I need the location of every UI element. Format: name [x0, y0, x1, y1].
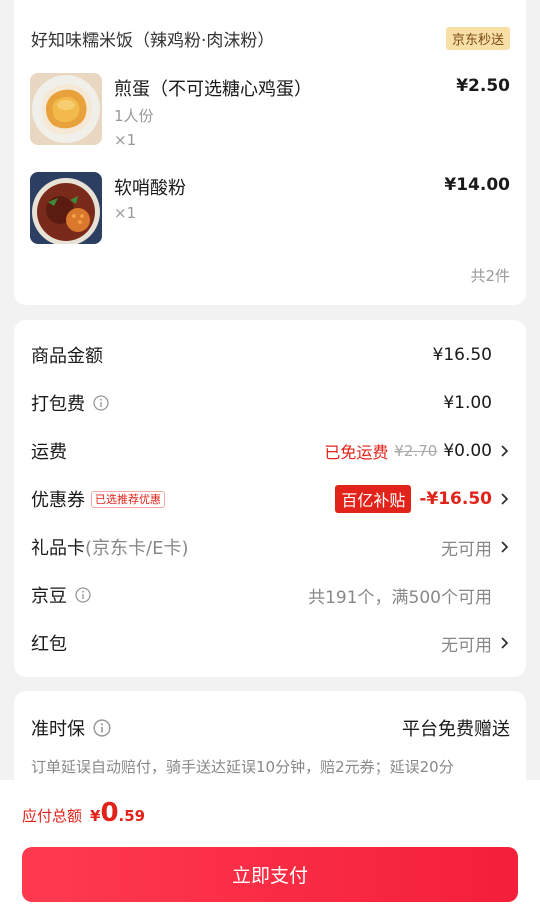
chevron-right-icon — [501, 637, 509, 649]
red-packet-label: 红包 — [31, 634, 67, 655]
sour-noodle-image — [30, 172, 102, 244]
payable-amount-integer: 0 — [100, 798, 119, 828]
item-price: ¥2.50 — [456, 76, 510, 96]
coupon-label: 优惠券 — [31, 490, 85, 511]
info-icon[interactable] — [93, 719, 111, 737]
goods-amount-label: 商品金额 — [31, 346, 103, 367]
free-shipping-note: 已免运费 — [324, 443, 389, 462]
item-name: 煎蛋（不可选糖心鸡蛋） — [114, 79, 312, 100]
chevron-right-icon — [501, 445, 509, 457]
gift-card-value: 无可用 — [441, 539, 492, 560]
shipping-row[interactable]: 运费 已免运费 ¥2.70 ¥0.00 — [31, 436, 510, 466]
on-time-protection-row: 准时保 平台免费赠送 — [31, 713, 510, 743]
jingdou-label: 京豆 — [31, 586, 67, 607]
packing-fee-row: 打包费 ¥1.00 — [31, 388, 510, 418]
gift-card-label: 礼品卡 — [31, 538, 85, 559]
list-item[interactable]: 软哨酸粉 ×1 ¥14.00 — [30, 172, 510, 248]
shipping-label: 运费 — [31, 442, 67, 463]
item-quantity: ×1 — [114, 131, 137, 149]
subsidy-badge: 百亿补贴 — [335, 485, 412, 513]
info-icon[interactable] — [93, 395, 109, 411]
red-packet-row[interactable]: 红包 无可用 — [31, 628, 510, 658]
delivery-badge: 京东秒送 — [445, 26, 510, 50]
coupon-value: -¥16.50 — [419, 489, 492, 509]
shipping-value: ¥0.00 — [443, 441, 492, 461]
item-quantity: ×1 — [114, 204, 137, 222]
item-price: ¥14.00 — [444, 175, 510, 195]
fried-egg-image — [30, 73, 102, 145]
checkout-bar: 应付总额 ¥ 0 .59 立即支付 — [0, 780, 540, 919]
chevron-right-icon — [501, 541, 509, 553]
store-header[interactable]: 好知味糯米饭（辣鸡粉·肉沫粉） 京东秒送 — [31, 26, 510, 51]
info-icon[interactable] — [75, 587, 91, 603]
item-total-count: 共2件 — [470, 267, 510, 285]
item-name: 软哨酸粉 — [114, 178, 186, 199]
store-name[interactable]: 好知味糯米饭（辣鸡粉·肉沫粉） — [31, 26, 274, 51]
jingdou-value: 共191个，满500个可用 — [308, 587, 492, 608]
jingdou-row: 京豆 共191个，满500个可用 — [31, 580, 510, 610]
coupon-tag: 已选推荐优惠 — [91, 490, 165, 508]
fees-card: 商品金额 ¥16.50 打包费 ¥1.00 运费 已免运费 ¥2.70 ¥0.0… — [14, 320, 526, 677]
packing-fee-label: 打包费 — [31, 394, 85, 415]
on-time-protection-description: 订单延误自动赔付，骑手送达延误10分钟，赔2元券；延误20分 — [31, 758, 454, 776]
gift-card-suffix: (京东卡/E卡) — [85, 538, 189, 559]
currency-symbol: ¥ — [90, 807, 101, 825]
goods-amount-value: ¥16.50 — [432, 345, 492, 365]
coupon-row[interactable]: 优惠券 已选推荐优惠 百亿补贴 -¥16.50 — [31, 484, 510, 514]
list-item[interactable]: 煎蛋（不可选糖心鸡蛋） 1人份 ×1 ¥2.50 — [30, 73, 510, 149]
on-time-protection-label: 准时保 — [31, 719, 85, 740]
chevron-right-icon — [501, 493, 509, 505]
gift-card-row[interactable]: 礼品卡 (京东卡/E卡) 无可用 — [31, 532, 510, 562]
payable-amount-decimal: .59 — [118, 807, 146, 825]
order-card: 好知味糯米饭（辣鸡粉·肉沫粉） 京东秒送 煎蛋（不可选糖心鸡蛋） 1人份 ×1 … — [14, 0, 526, 305]
original-shipping-price: ¥2.70 — [394, 442, 438, 460]
pay-now-button[interactable]: 立即支付 — [22, 847, 518, 902]
goods-amount-row: 商品金额 ¥16.50 — [31, 340, 510, 370]
red-packet-value: 无可用 — [441, 635, 492, 656]
payable-total-label: 应付总额 — [22, 807, 83, 825]
on-time-protection-value: 平台免费赠送 — [402, 719, 510, 740]
item-spec: 1人份 — [114, 107, 154, 125]
packing-fee-value: ¥1.00 — [443, 393, 492, 413]
payable-total: 应付总额 ¥ 0 .59 — [22, 798, 145, 828]
